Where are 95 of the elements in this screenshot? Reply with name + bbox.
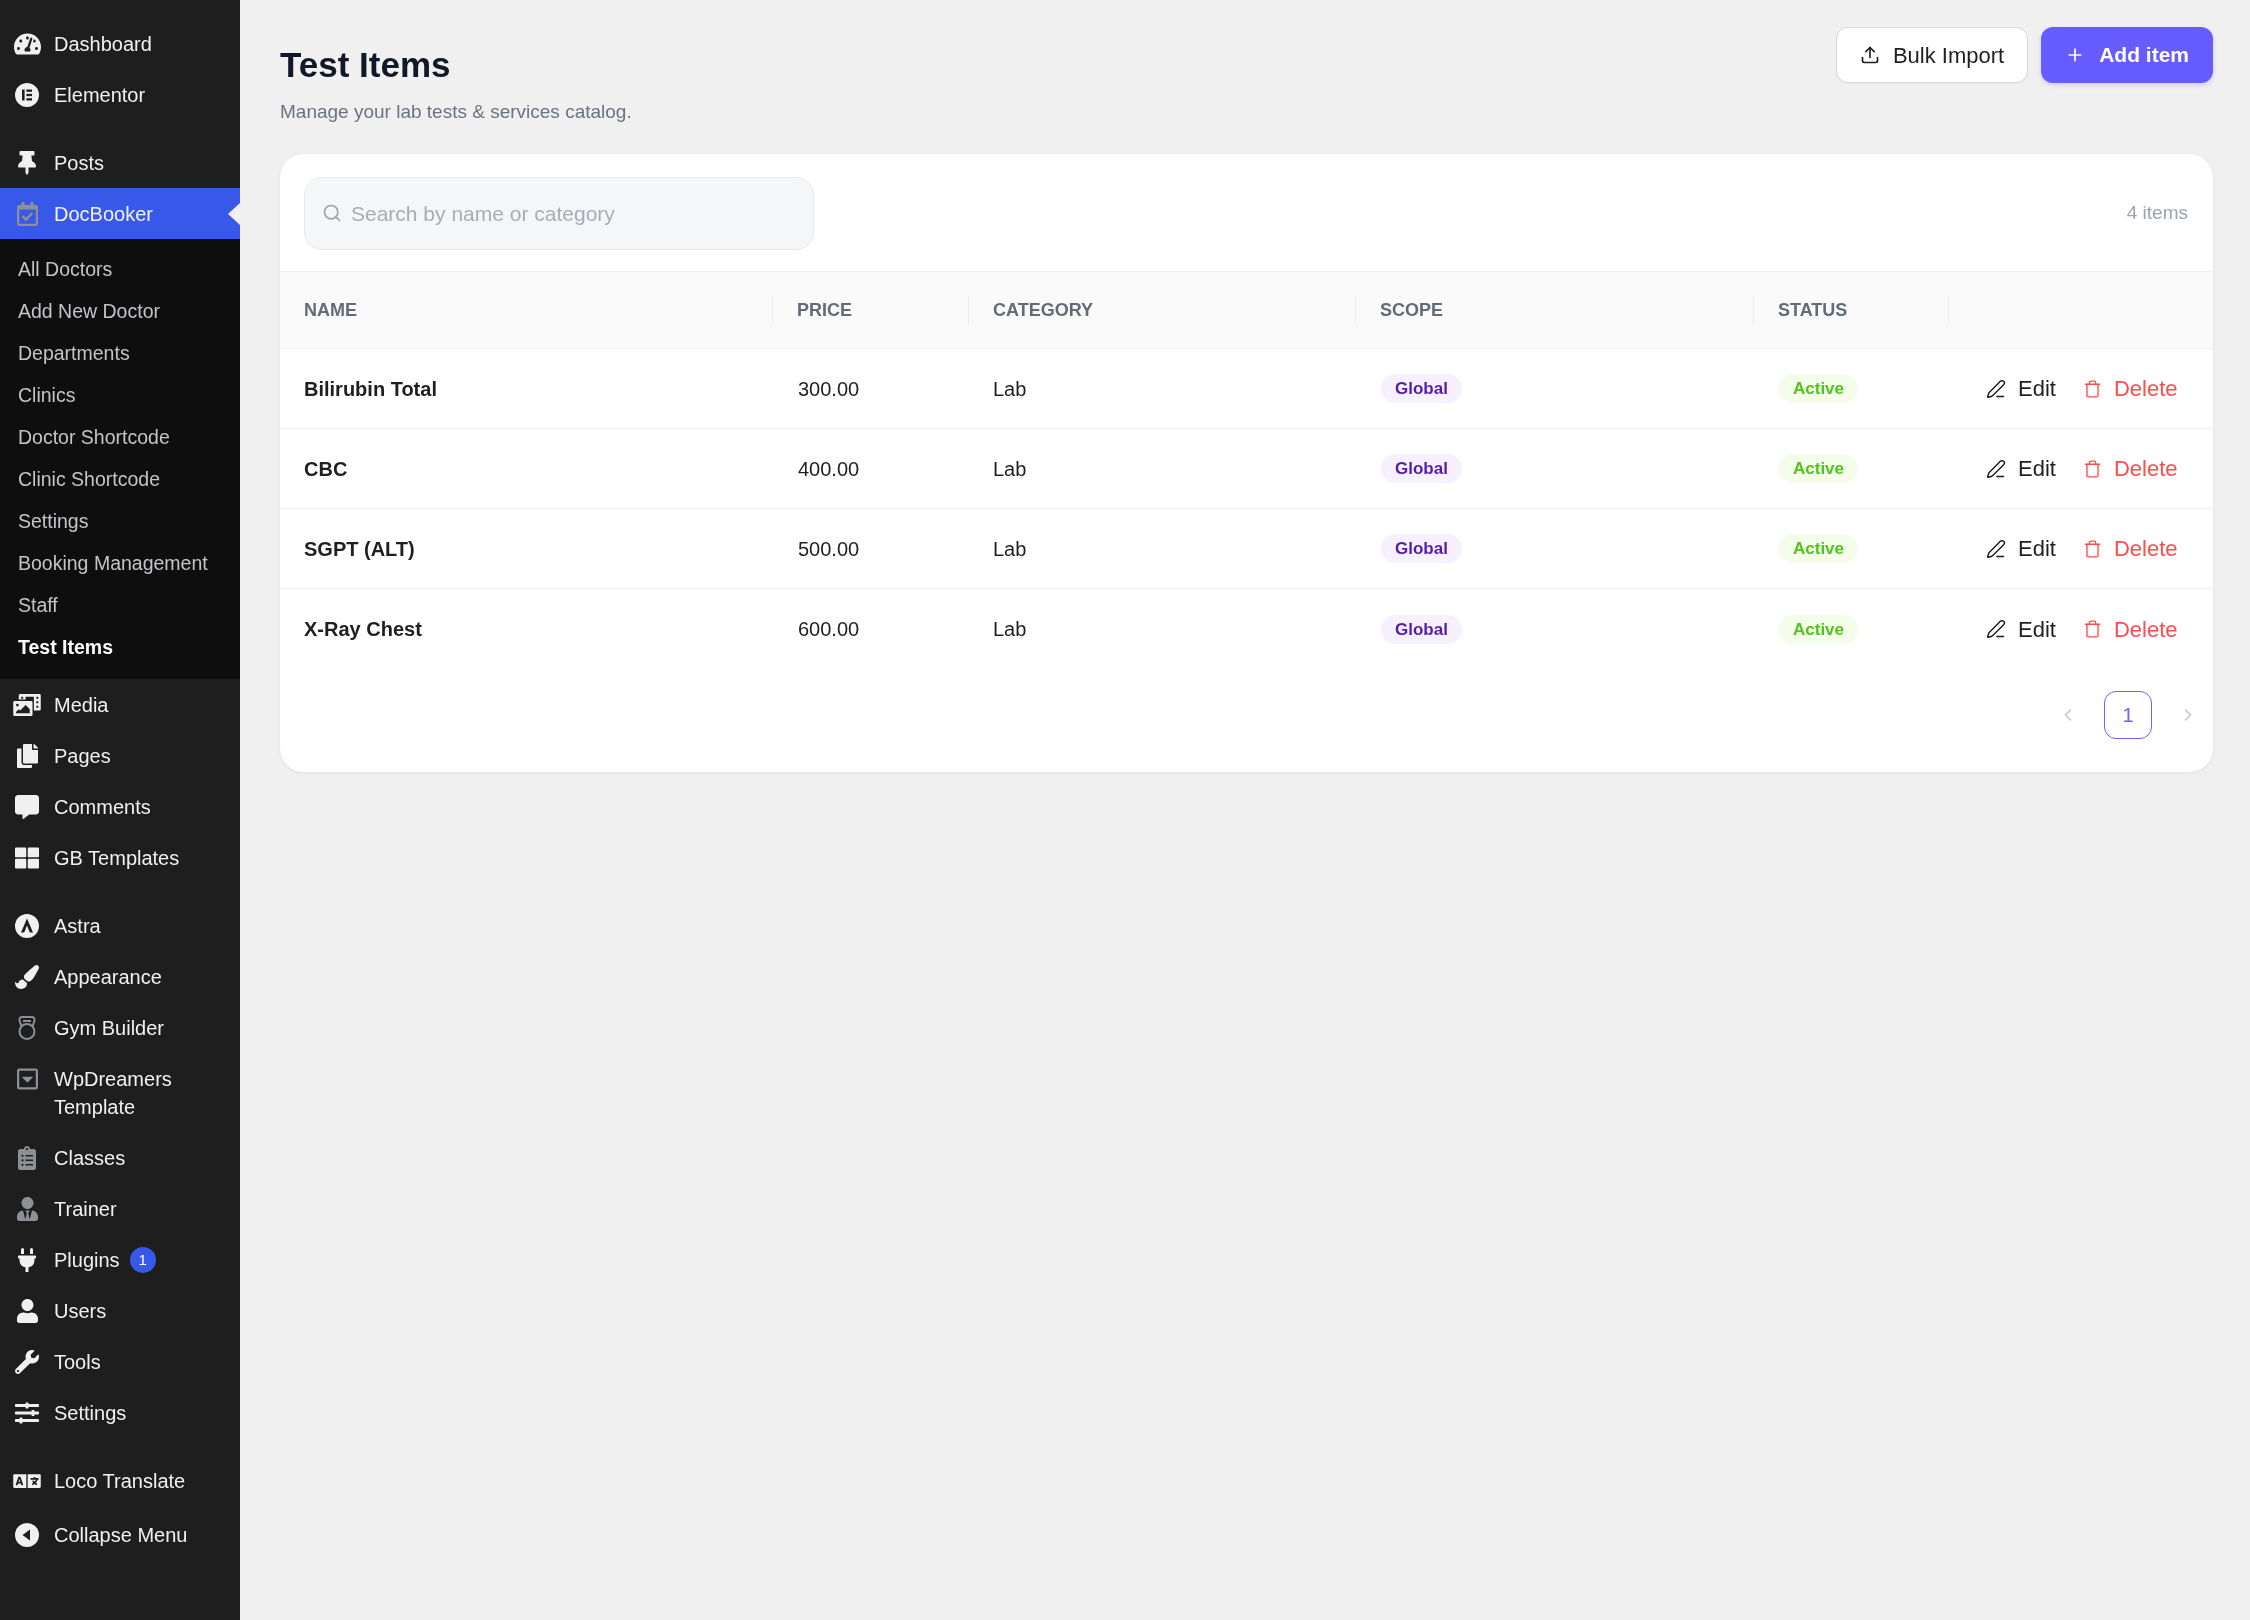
status-tag: Active: [1779, 614, 1859, 644]
count-badge: 1: [129, 1246, 156, 1273]
submenu-item[interactable]: Departments: [0, 333, 240, 375]
menu-item[interactable]: Appearance: [0, 951, 240, 1002]
wrench-icon: [15, 1349, 39, 1374]
scope-tag: Global: [1381, 454, 1462, 483]
price-value: 300.00: [798, 377, 860, 400]
test-name: CBC: [304, 457, 348, 480]
submenu-item[interactable]: Settings: [0, 501, 240, 543]
pushpin-icon: [18, 150, 36, 175]
bulk-import-button[interactable]: Bulk Import: [1835, 27, 2029, 83]
price-value: 400.00: [798, 457, 860, 480]
test-name: X-Ray Chest: [304, 618, 422, 640]
menu-item[interactable]: Elementor: [0, 69, 240, 120]
pencil-icon: [1986, 378, 2006, 399]
menu-item[interactable]: Dashboard: [0, 18, 240, 69]
edit-button[interactable]: Edit: [1986, 372, 2056, 405]
user-icon: [16, 1298, 38, 1323]
page-number-button[interactable]: 1: [2104, 691, 2152, 739]
scope-tag: Global: [1381, 534, 1462, 563]
gauge-icon: [13, 31, 41, 56]
edit-button[interactable]: Edit: [1986, 532, 2056, 565]
photo-video-icon: [13, 693, 41, 716]
submenu-item[interactable]: Doctor Shortcode: [0, 417, 240, 459]
menu-item[interactable]: Trainer: [0, 1183, 240, 1234]
collapse-icon: [15, 1522, 39, 1547]
e-logo-icon: [15, 82, 39, 107]
menu-item[interactable]: GB Templates: [0, 832, 240, 883]
trash-icon: [2082, 378, 2102, 399]
clipboard-icon: [18, 1145, 36, 1170]
menu-item[interactable]: Users: [0, 1285, 240, 1336]
status-tag: Active: [1779, 534, 1859, 563]
documents-icon: [16, 743, 38, 768]
item-count: 4 items: [2126, 201, 2188, 226]
menu-item[interactable]: Posts: [0, 137, 240, 188]
column-header: STATUS: [1778, 298, 1848, 322]
add-item-button[interactable]: Add item: [2041, 27, 2213, 83]
pencil-icon: [1986, 619, 2006, 639]
category-label: Lab: [993, 377, 1027, 400]
grid-icon: [15, 845, 39, 870]
pencil-icon: [1986, 458, 2006, 479]
status-tag: Active: [1779, 454, 1859, 483]
trash-icon: [2082, 619, 2102, 639]
category-label: Lab: [993, 457, 1027, 480]
category-label: Lab: [993, 537, 1027, 560]
edit-button[interactable]: Edit: [1986, 612, 2056, 646]
menu-item[interactable]: WpDreamers Template: [0, 1053, 240, 1132]
price-value: 600.00: [798, 618, 860, 640]
menu-item[interactable]: Settings: [0, 1387, 240, 1438]
paintbrush-icon: [15, 964, 39, 989]
kettlebell-icon: [16, 1015, 38, 1040]
pencil-icon: [1986, 538, 2006, 559]
submenu-item[interactable]: All Doctors: [0, 249, 240, 291]
column-header: SCOPE: [1380, 298, 1444, 322]
submenu-item[interactable]: Clinic Shortcode: [0, 459, 240, 501]
a-logo-icon: [15, 913, 39, 938]
column-header: PRICE: [797, 298, 852, 322]
search-icon: [322, 203, 342, 223]
submenu-item[interactable]: Add New Doctor: [0, 291, 240, 333]
speech-bubble-icon: [15, 794, 39, 819]
column-header: CATEGORY: [993, 298, 1093, 322]
submenu-item[interactable]: Staff: [0, 585, 240, 627]
submenu-item[interactable]: Clinics: [0, 375, 240, 417]
category-label: Lab: [993, 618, 1027, 640]
menu-item[interactable]: DocBooker: [0, 188, 240, 239]
menu-item[interactable]: Classes: [0, 1132, 240, 1183]
menu-item[interactable]: Tools: [0, 1336, 240, 1387]
plug-icon: [18, 1247, 36, 1272]
column-header: NAME: [304, 298, 357, 322]
menu-item[interactable]: Astra: [0, 900, 240, 951]
menu-arrow-icon: [228, 202, 240, 225]
submenu-item[interactable]: Booking Management: [0, 543, 240, 585]
search-field[interactable]: Search by name or category: [304, 177, 814, 250]
menu-item[interactable]: Pages: [0, 730, 240, 781]
submenu-item[interactable]: Test Items: [0, 627, 240, 669]
sliders-icon: [15, 1400, 39, 1425]
trash-icon: [2082, 458, 2102, 479]
trash-icon: [2082, 538, 2102, 559]
calendar-icon: [16, 201, 38, 226]
scope-tag: Global: [1381, 374, 1462, 403]
upload-icon: [1859, 45, 1880, 65]
status-tag: Active: [1779, 374, 1859, 403]
test-name: SGPT (ALT): [304, 537, 415, 560]
scope-tag: Global: [1381, 614, 1462, 644]
menu-item[interactable]: Gym Builder: [0, 1002, 240, 1053]
page-subtitle: Manage your lab tests & services catalog.: [280, 100, 632, 124]
user-tie-icon: [16, 1196, 38, 1221]
menu-item[interactable]: Comments: [0, 781, 240, 832]
menu-item[interactable]: Plugins 1: [0, 1234, 240, 1285]
test-name: Bilirubin Total: [304, 377, 437, 400]
collapse-menu-button[interactable]: Collapse Menu: [0, 1509, 240, 1560]
price-value: 500.00: [798, 537, 860, 560]
page-title: Test Items: [280, 44, 452, 86]
menu-item[interactable]: Media: [0, 679, 240, 730]
edit-button[interactable]: Edit: [1986, 452, 2056, 485]
